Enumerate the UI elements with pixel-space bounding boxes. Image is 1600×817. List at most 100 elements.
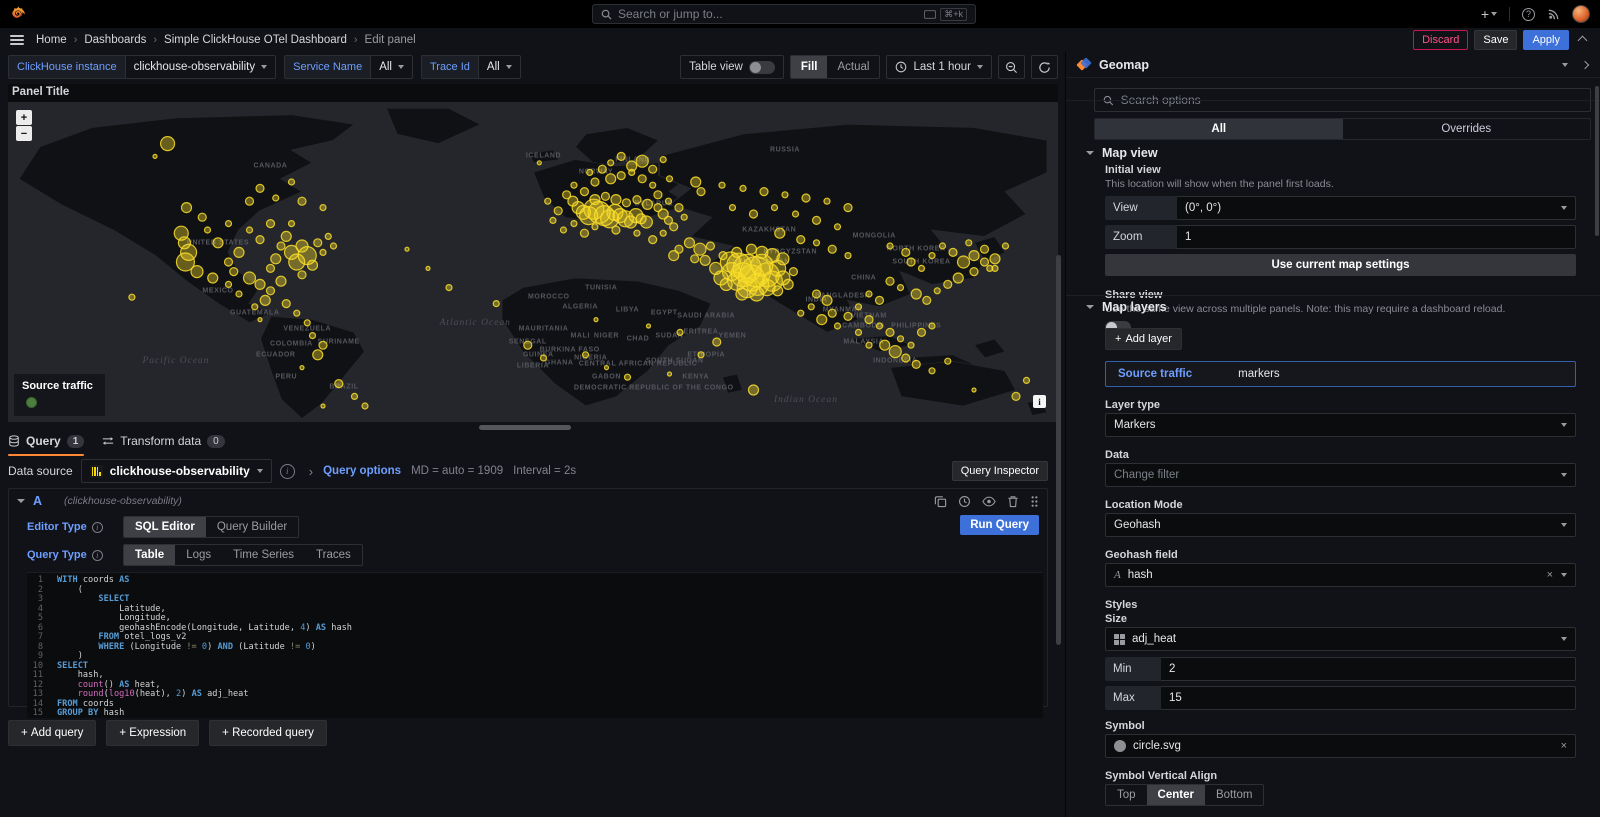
map-data-marker[interactable] (746, 244, 756, 254)
map-data-marker[interactable] (940, 243, 946, 249)
map-data-marker[interactable] (866, 291, 872, 297)
map-data-marker[interactable] (281, 231, 291, 241)
hide-response-eye-icon[interactable] (982, 495, 996, 508)
map-data-marker[interactable] (719, 252, 727, 260)
map-data-marker[interactable] (636, 155, 648, 167)
chevron-down-icon[interactable] (1562, 63, 1568, 67)
map-data-marker[interactable] (617, 172, 625, 180)
map-data-marker[interactable] (247, 227, 253, 233)
map-data-marker[interactable] (756, 246, 768, 258)
map-data-marker[interactable] (571, 221, 577, 227)
valign-top-option[interactable]: Top (1106, 785, 1147, 805)
map-data-marker[interactable] (706, 242, 714, 250)
panel-resize-handle[interactable] (479, 425, 571, 430)
map-data-marker[interactable] (493, 301, 499, 307)
menu-icon[interactable] (10, 35, 24, 45)
map-data-marker[interactable] (824, 198, 830, 204)
map-data-marker[interactable] (990, 254, 1000, 264)
location-mode-select[interactable]: Geohash (1105, 513, 1576, 537)
map-data-marker[interactable] (319, 341, 327, 349)
layer-type-select[interactable]: Markers (1105, 413, 1576, 437)
map-data-marker[interactable] (813, 290, 821, 298)
service-filter-value[interactable]: All (370, 55, 413, 79)
map-data-marker[interactable] (267, 264, 275, 272)
map-data-marker[interactable] (981, 245, 989, 253)
delete-icon[interactable] (1007, 495, 1019, 508)
map-data-marker[interactable] (969, 251, 979, 261)
map-data-marker[interactable] (198, 213, 206, 221)
map-data-marker[interactable] (775, 228, 785, 238)
map-data-marker[interactable] (608, 160, 614, 166)
map-data-marker[interactable] (929, 323, 935, 329)
help-button[interactable]: ? (1522, 8, 1535, 21)
map-data-marker[interactable] (273, 195, 279, 201)
map-data-marker[interactable] (992, 265, 998, 271)
map-data-marker[interactable] (313, 350, 323, 360)
global-search[interactable]: Search or jump to... ⌘+k (592, 4, 976, 24)
map-data-marker[interactable] (571, 182, 577, 188)
recorded-query-button[interactable]: + Recorded query (209, 720, 327, 746)
map-data-marker[interactable] (740, 185, 746, 191)
map-data-marker[interactable] (605, 366, 609, 370)
map-data-marker[interactable] (713, 338, 721, 346)
visualization-picker[interactable]: Geomap (1066, 52, 1600, 78)
map-data-marker[interactable] (294, 310, 300, 316)
map-data-marker[interactable] (129, 294, 135, 300)
map-data-marker[interactable] (675, 204, 683, 212)
sql-editor-option[interactable]: SQL Editor (124, 517, 206, 537)
map-data-marker[interactable] (958, 256, 970, 268)
map-data-marker[interactable] (234, 247, 244, 257)
query-options-link[interactable]: Query options (323, 465, 401, 477)
map-data-marker[interactable] (191, 266, 203, 278)
map-data-marker[interactable] (719, 182, 725, 188)
map-data-marker[interactable] (691, 255, 699, 263)
map-data-marker[interactable] (625, 374, 631, 380)
logs-option[interactable]: Logs (175, 545, 222, 565)
map-data-marker[interactable] (835, 224, 841, 230)
valign-center-option[interactable]: Center (1147, 785, 1205, 805)
map-data-marker[interactable] (601, 192, 609, 200)
map-data-marker[interactable] (750, 210, 758, 218)
map-data-marker[interactable] (598, 165, 606, 173)
map-data-marker[interactable] (320, 249, 326, 255)
map-data-marker[interactable] (907, 258, 915, 266)
map-data-marker[interactable] (886, 277, 894, 285)
symbol-select[interactable]: circle.svg × (1105, 734, 1576, 758)
map-data-marker[interactable] (684, 238, 694, 248)
map-data-marker[interactable] (298, 271, 306, 279)
valign-bottom-option[interactable]: Bottom (1205, 785, 1263, 805)
save-button[interactable]: Save (1474, 30, 1517, 50)
map-data-marker[interactable] (208, 273, 218, 283)
tab-overrides[interactable]: Overrides (1343, 119, 1591, 139)
map-data-marker[interactable] (886, 328, 894, 336)
map-data-marker[interactable] (749, 385, 759, 395)
map-data-marker[interactable] (902, 354, 910, 362)
map-data-marker[interactable] (640, 216, 652, 228)
traces-option[interactable]: Traces (305, 545, 362, 565)
map-data-marker[interactable] (325, 233, 331, 239)
map-data-marker[interactable] (213, 238, 223, 248)
map-data-marker[interactable] (226, 221, 232, 227)
map-data-marker[interactable] (654, 191, 662, 199)
map-data-marker[interactable] (789, 268, 797, 276)
zoom-out-time-button[interactable] (998, 55, 1025, 79)
add-query-button[interactable]: + Add query (8, 720, 96, 746)
map-data-marker[interactable] (230, 268, 238, 276)
map-data-marker[interactable] (970, 268, 978, 276)
datasource-help-icon[interactable]: i (280, 464, 295, 479)
query-card-header[interactable]: A (clickhouse-observability) (9, 489, 1047, 513)
panel-title[interactable]: Panel Title (8, 84, 1058, 100)
map-data-marker[interactable] (694, 243, 706, 255)
map-data-marker[interactable] (856, 329, 862, 335)
table-view-toggle[interactable]: Table view (680, 55, 784, 79)
map-data-marker[interactable] (760, 188, 768, 196)
map-data-marker[interactable] (246, 197, 254, 205)
map-data-marker[interactable] (627, 161, 637, 171)
news-button[interactable] (1547, 8, 1560, 21)
map-data-marker[interactable] (902, 248, 910, 256)
map-data-marker[interactable] (634, 230, 640, 236)
map-data-marker[interactable] (813, 216, 821, 224)
map-data-marker[interactable] (782, 192, 788, 198)
map-data-marker[interactable] (289, 221, 295, 227)
map-data-marker[interactable] (1003, 243, 1009, 249)
